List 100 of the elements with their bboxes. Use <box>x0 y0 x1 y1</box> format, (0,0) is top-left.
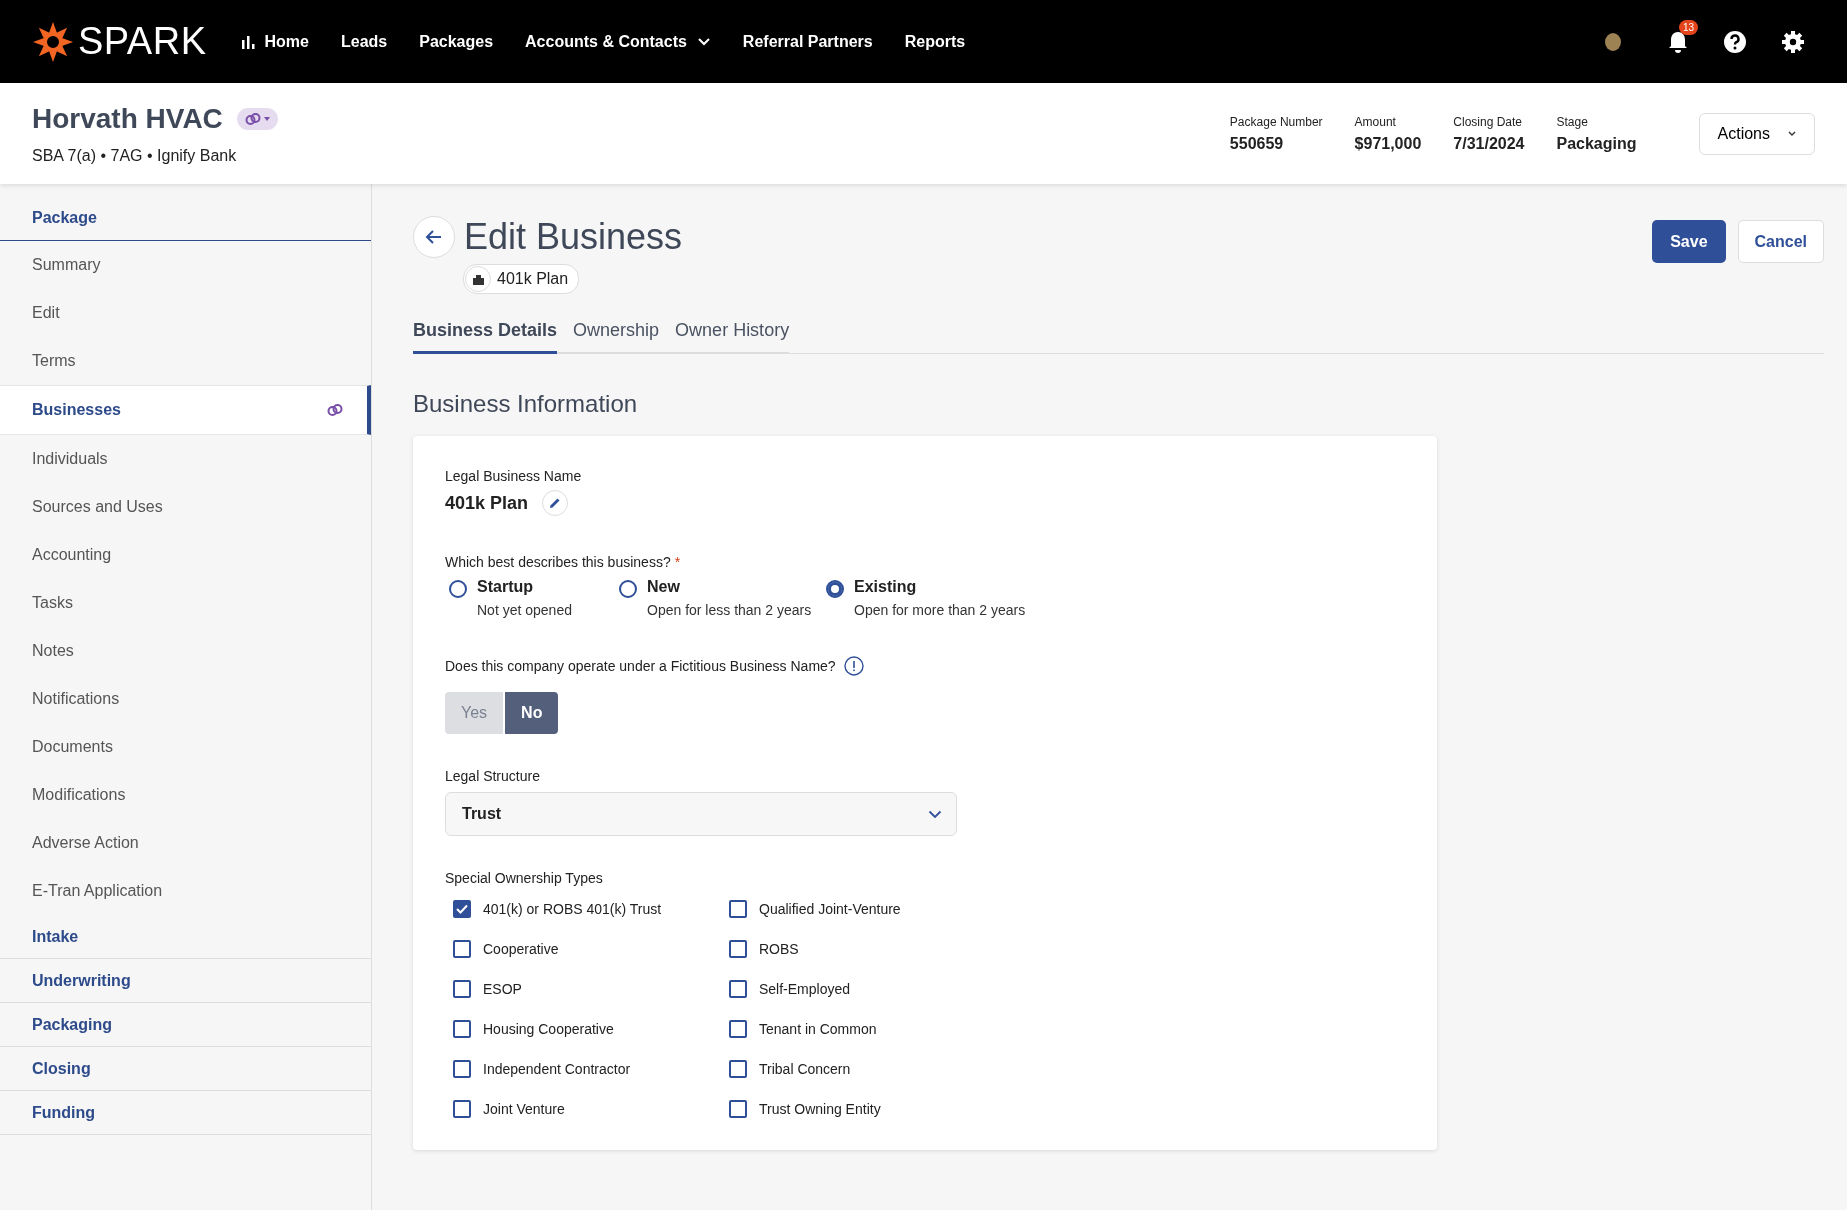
radio-option[interactable]: Existing Open for more than 2 years <box>822 578 1062 618</box>
sidebar-item[interactable]: Documents <box>0 723 371 771</box>
notification-count-badge: 13 <box>1679 19 1699 35</box>
business-name: 401k Plan <box>445 492 529 514</box>
option-hint: Not yet opened <box>477 602 572 618</box>
tab[interactable]: Ownership <box>573 316 660 354</box>
question-label: Which best describes this business? <box>445 554 671 570</box>
tab[interactable]: Owner History <box>675 316 790 354</box>
logo-wordmark[interactable]: SPARK <box>78 20 207 63</box>
link-icon <box>244 111 261 126</box>
checkbox-label: ESOP <box>483 981 522 997</box>
link-dropdown-button[interactable] <box>236 107 278 130</box>
nav-link[interactable]: Packages <box>419 32 494 51</box>
help-icon[interactable] <box>1723 29 1747 54</box>
checkbox[interactable] <box>729 1100 747 1118</box>
checkbox[interactable] <box>729 1020 747 1038</box>
stat-value: 7/31/2024 <box>1453 134 1525 153</box>
stat-label: Stage <box>1556 114 1589 129</box>
star-logo-icon <box>32 20 74 63</box>
settings-icon[interactable] <box>1781 29 1805 54</box>
checkbox[interactable] <box>729 980 747 998</box>
nav-link[interactable]: Referral Partners <box>742 32 873 51</box>
checkbox[interactable] <box>729 1060 747 1078</box>
checkbox[interactable] <box>453 1020 471 1038</box>
sidebar-section[interactable]: Packaging <box>0 1003 371 1047</box>
checkbox-label: Tenant in Common <box>759 1021 877 1037</box>
avatar[interactable] <box>1605 32 1621 51</box>
radio-option[interactable]: Startup Not yet opened <box>445 578 603 618</box>
sidebar-item[interactable]: Accounting <box>0 531 371 579</box>
stat-label: Closing Date <box>1453 114 1523 129</box>
checkbox-label: Self-Employed <box>759 981 851 997</box>
checkbox[interactable] <box>453 940 471 958</box>
checkbox-label: 401(k) or ROBS 401(k) Trust <box>483 901 662 917</box>
chip-label: 401k Plan <box>497 270 569 288</box>
sidebar-item[interactable]: E-Tran Application <box>0 867 371 915</box>
package-title: Horvath HVAC <box>32 102 223 135</box>
toggle-option[interactable]: No <box>505 692 559 734</box>
sidebar-item[interactable]: Adverse Action <box>0 819 371 867</box>
actions-dropdown-button[interactable]: Actions <box>1698 112 1815 155</box>
checkbox[interactable] <box>453 1060 471 1078</box>
sidebar-item[interactable]: Terms <box>0 337 371 385</box>
bar-chart-icon <box>240 34 255 49</box>
radio-button[interactable] <box>826 580 844 598</box>
option-label: Existing <box>854 578 918 596</box>
chevron-down-icon <box>928 809 942 819</box>
option-hint: Open for less than 2 years <box>647 602 812 618</box>
section-title: Business Information <box>413 390 639 418</box>
checkbox-label: Trust Owning Entity <box>759 1101 881 1117</box>
checkbox[interactable] <box>453 980 471 998</box>
checkbox[interactable] <box>453 1100 471 1118</box>
radio-option[interactable]: New Open for less than 2 years <box>615 578 810 618</box>
page-title: Edit Business <box>464 216 683 258</box>
building-icon <box>471 273 485 285</box>
sidebar-section[interactable]: Closing <box>0 1047 371 1091</box>
radio-button[interactable] <box>619 580 637 598</box>
sidebar-section[interactable]: Funding <box>0 1091 371 1135</box>
sidebar-item[interactable]: Modifications <box>0 771 371 819</box>
radio-button[interactable] <box>449 580 467 598</box>
sidebar-item[interactable]: Summary <box>0 241 371 289</box>
sidebar-item[interactable]: Notifications <box>0 675 371 723</box>
chevron-down-icon <box>696 36 711 47</box>
field-label: Special Ownership Types <box>445 870 604 886</box>
sidebar-section[interactable]: Intake <box>0 915 371 959</box>
stat-label: Amount <box>1354 114 1397 129</box>
caret-icon <box>1788 131 1796 136</box>
checkbox[interactable] <box>453 900 471 918</box>
option-label: Startup <box>477 578 534 596</box>
sidebar-section[interactable]: Underwriting <box>0 959 371 1003</box>
package-subtitle: SBA 7(a) • 7AG • Ignify Bank <box>32 146 238 165</box>
sidebar-item[interactable]: Edit <box>0 289 371 337</box>
checkbox-label: Qualified Joint-Venture <box>759 901 901 917</box>
checkbox[interactable] <box>729 940 747 958</box>
field-label: Legal Structure <box>445 768 541 784</box>
bell-icon[interactable] <box>1667 29 1689 54</box>
nav-link[interactable]: Accounts & Contacts <box>525 32 711 51</box>
back-button[interactable] <box>413 216 455 258</box>
nav-link[interactable]: Leads <box>340 32 388 51</box>
sidebar-item[interactable]: Tasks <box>0 579 371 627</box>
arrow-left-icon <box>425 229 443 245</box>
checkbox[interactable] <box>729 900 747 918</box>
stat-label: Package Number <box>1229 114 1323 129</box>
info-icon[interactable] <box>843 656 864 676</box>
nav-link[interactable]: Home <box>240 32 309 51</box>
required-mark: * <box>674 554 681 570</box>
edit-button[interactable] <box>542 490 569 516</box>
nav-link[interactable]: Reports <box>904 32 966 51</box>
cancel-button[interactable]: Cancel <box>1737 220 1824 263</box>
caret-icon <box>263 116 270 121</box>
sidebar-item[interactable]: Individuals <box>0 435 371 483</box>
tab[interactable]: Business Details <box>413 316 558 354</box>
sidebar-section[interactable]: Package <box>0 196 371 241</box>
sidebar-item[interactable]: Businesses <box>0 385 371 435</box>
checkbox-label: Cooperative <box>483 941 559 957</box>
stat-value: 550659 <box>1229 134 1285 153</box>
sidebar-item[interactable]: Notes <box>0 627 371 675</box>
stat-value: Packaging <box>1556 134 1637 153</box>
sidebar-item[interactable]: Sources and Uses <box>0 483 371 531</box>
legal-structure-select[interactable]: Trust <box>445 792 957 836</box>
stat-value: $971,000 <box>1354 134 1422 153</box>
save-button[interactable]: Save <box>1652 220 1726 263</box>
